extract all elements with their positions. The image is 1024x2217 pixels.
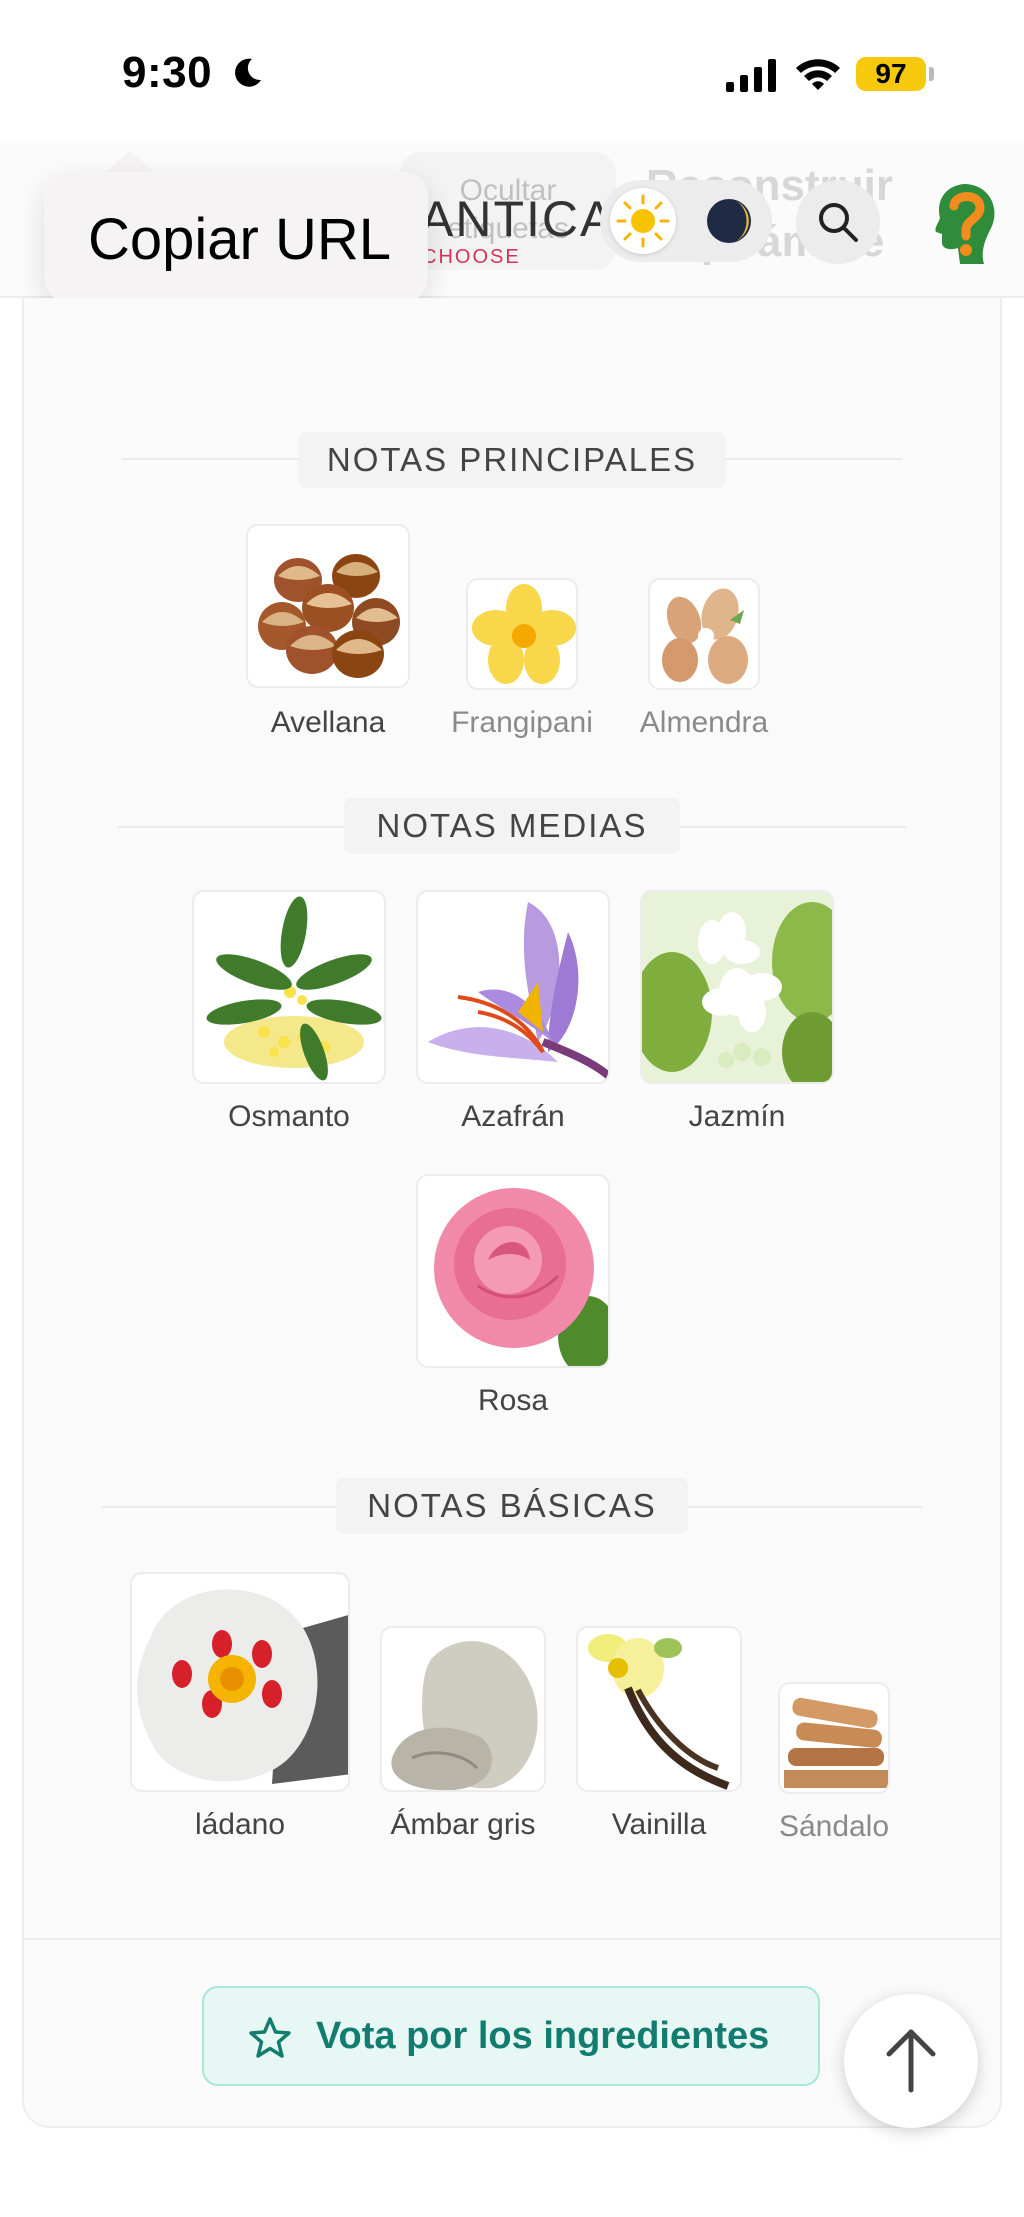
star-icon — [249, 2017, 291, 2058]
section-title-middle: NOTAS MEDIAS — [344, 798, 680, 854]
note-item[interactable]: Almendra — [640, 578, 768, 744]
section-line-left — [118, 826, 344, 828]
note-item[interactable]: Frangipani — [451, 578, 593, 744]
copy-url-tooltip[interactable]: Copiar URL — [44, 172, 428, 302]
vanilla-image — [576, 1626, 742, 1792]
labdanum-image — [130, 1572, 350, 1792]
sun-icon[interactable] — [610, 188, 676, 254]
wifi-icon — [796, 59, 840, 90]
section-title-top: NOTAS PRINCIPALES — [298, 432, 726, 488]
note-label: Sándalo — [778, 1810, 890, 1843]
note-label: Jazmín — [688, 1100, 786, 1133]
section-line-right — [726, 458, 902, 460]
almond-image — [648, 578, 760, 690]
jasmine-image — [640, 890, 834, 1084]
note-item[interactable]: Jazmín — [640, 890, 834, 1140]
search-icon — [819, 203, 858, 242]
logo-text[interactable]: ANTICA — [420, 190, 615, 248]
arrow-up-icon — [886, 2029, 936, 2093]
logo-subtitle: CHOOSE — [422, 246, 521, 268]
signal-icon — [726, 59, 776, 92]
moon-icon — [235, 58, 261, 87]
dark-mode-icon[interactable] — [700, 192, 758, 250]
vote-ingredients-label: Vota por los ingredientes — [316, 2015, 770, 2057]
osmanthus-image — [192, 890, 386, 1084]
status-time: 9:30 — [122, 48, 213, 97]
note-label: Rosa — [477, 1384, 549, 1417]
help-icon[interactable] — [914, 178, 1006, 270]
section-line-right — [680, 826, 906, 828]
status-bar: 9:30 97 — [0, 0, 1024, 140]
note-item[interactable]: ládano — [130, 1572, 350, 1848]
note-label: Avellana — [270, 706, 386, 739]
note-item[interactable]: Sándalo — [778, 1682, 890, 1848]
search-button[interactable] — [796, 180, 880, 264]
note-label: Frangipani — [451, 706, 593, 739]
note-item[interactable]: Azafrán — [416, 890, 610, 1140]
vote-ingredients-button[interactable]: Vota por los ingredientes — [202, 1986, 820, 2086]
ambergris-image — [380, 1626, 546, 1792]
note-item[interactable]: Rosa — [416, 1174, 610, 1424]
frangipani-image — [466, 578, 578, 690]
theme-toggle[interactable] — [600, 180, 772, 262]
note-item[interactable]: Vainilla — [576, 1626, 742, 1848]
note-item[interactable]: Avellana — [246, 524, 410, 744]
section-line-right — [688, 1506, 922, 1508]
section-line-left — [102, 1506, 336, 1508]
section-line-left — [122, 458, 298, 460]
battery-indicator: 97 — [856, 57, 926, 91]
scroll-to-top-button[interactable] — [844, 1994, 978, 2128]
section-title-base: NOTAS BÁSICAS — [336, 1478, 688, 1534]
note-label: Almendra — [639, 706, 769, 739]
sandalwood-image — [778, 1682, 890, 1794]
hazelnut-image — [246, 524, 410, 688]
rose-image — [416, 1174, 610, 1368]
saffron-image — [416, 890, 610, 1084]
copy-url-label: Copiar URL — [88, 207, 391, 272]
battery-tip — [929, 67, 934, 81]
note-item[interactable]: Ámbar gris — [380, 1626, 546, 1848]
note-item[interactable]: Osmanto — [192, 890, 386, 1140]
card-divider — [22, 1938, 1002, 1940]
